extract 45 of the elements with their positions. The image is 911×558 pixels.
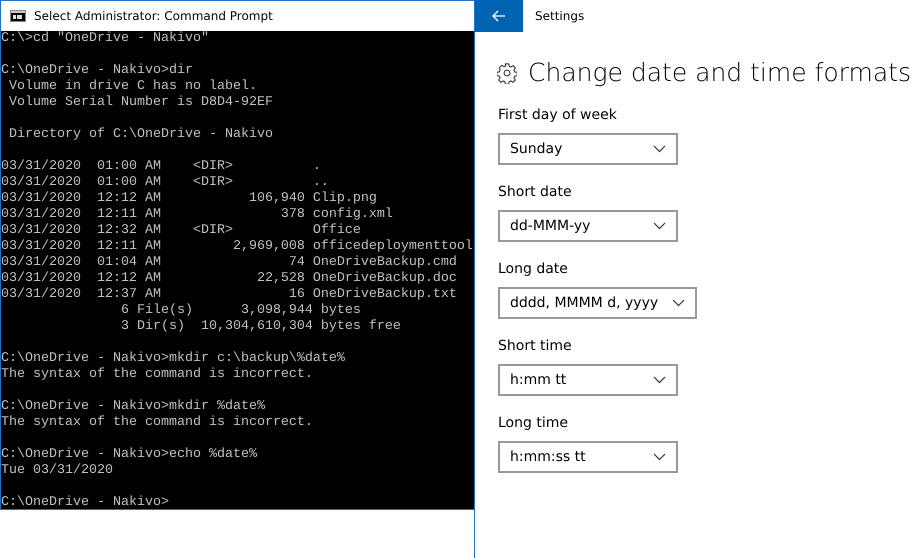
field-label: Short date (498, 184, 573, 202)
chevron-icon (653, 222, 666, 230)
dropdown[interactable]: Sunday (498, 133, 678, 165)
console-line: C:\OneDrive - Nakivo>echo %date% (1, 447, 257, 463)
chevron-icon (653, 376, 666, 384)
window-title: Settings (535, 9, 584, 23)
console-line: 03/31/2020 01:04 AM 74 OneDriveBackup.cmd (1, 255, 457, 271)
console-line: C:\OneDrive - Nakivo>mkdir %date% (1, 399, 265, 415)
console-line: C:\OneDrive - Nakivo> (1, 495, 169, 509)
console-line: 03/31/2020 01:00 AM <DIR> .. (1, 175, 329, 191)
console-line: 03/31/2020 01:00 AM <DIR> . (1, 159, 321, 175)
console-line: 03/31/2020 12:12 AM 106,940 Clip.png (1, 191, 377, 207)
field-label: Short time (498, 338, 573, 356)
console-line: C:\>cd "OneDrive - Nakivo" (1, 31, 209, 47)
page-heading: Change date and time formats (528, 58, 911, 87)
gear-icon (497, 62, 518, 84)
console-line: Volume in drive C has no label. (8, 79, 257, 95)
dropdown[interactable]: h:mm:ss tt (498, 441, 678, 473)
console-line: C:\OneDrive - Nakivo>dir (1, 63, 193, 79)
console-icon (10, 10, 26, 22)
field-label: Long time (498, 415, 569, 433)
dropdown[interactable]: h:mm tt (498, 364, 678, 396)
console-line: 03/31/2020 12:12 AM 22,528 OneDriveBackup.doc (1, 271, 457, 287)
field-label: First day of week (498, 107, 618, 125)
chevron-icon (672, 299, 686, 307)
console-line: C:\OneDrive - Nakivo>mkdir c:\backup\%date% (1, 351, 345, 367)
chevron-icon (653, 453, 666, 461)
console-line: 03/31/2020 12:37 AM 16 OneDriveBackup.txt (1, 287, 457, 303)
console-line: Tue 03/31/2020 (1, 463, 113, 479)
dropdown[interactable]: dddd, MMMM d, yyyy (498, 287, 698, 319)
console-line: 6 File(s) 3,098,944 bytes (120, 303, 361, 319)
console-line: 03/31/2020 12:11 AM 2,969,008 officedeploymenttool (1, 239, 473, 255)
field-label: Long date (498, 261, 569, 279)
console-line: Volume Serial Number is D8D4-92EF (8, 95, 273, 111)
console-line: The syntax of the command is incorrect. (1, 415, 313, 431)
console-line: 03/31/2020 12:11 AM 378 config.xml (1, 207, 393, 223)
back-arrow-icon (492, 10, 506, 22)
console-line: The syntax of the command is incorrect. (1, 367, 313, 383)
chevron-icon (653, 145, 666, 153)
console-line: 03/31/2020 12:32 AM <DIR> Office (1, 223, 361, 239)
dropdown[interactable]: dd-MMM-yy (498, 210, 678, 242)
console-line: Directory of C:\OneDrive - Nakivo (8, 127, 273, 143)
window-title: Select Administrator: Command Prompt (34, 9, 273, 23)
back-button[interactable] (475, 0, 523, 32)
console-line: 3 Dir(s) 10,304,610,304 bytes free (120, 319, 401, 335)
